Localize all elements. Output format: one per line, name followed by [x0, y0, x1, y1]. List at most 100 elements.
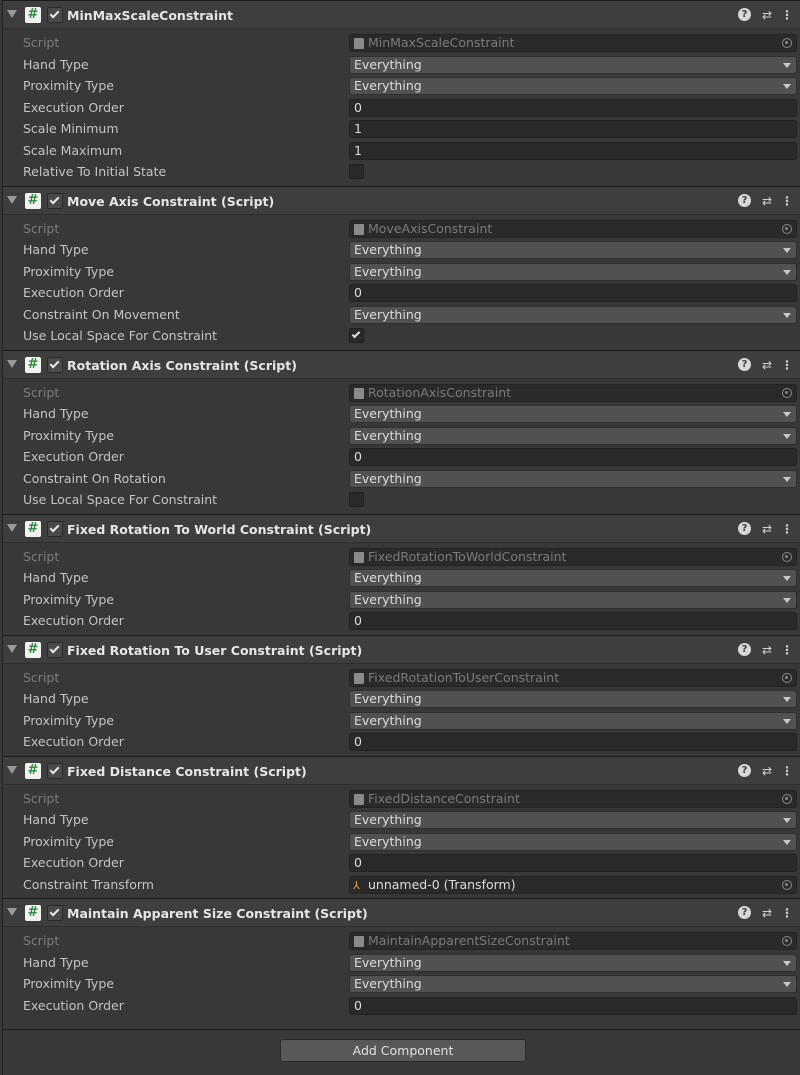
inspector-panel: # MinMaxScaleConstraint? ⇄ ⋮ Script MinMaxSca…: [2, 0, 800, 1075]
checkmark-icon: [49, 8, 60, 19]
proximity-type-dropdown[interactable]: Everything: [349, 975, 797, 993]
help-icon[interactable]: ?: [738, 521, 751, 535]
hand-type-dropdown[interactable]: Everything: [349, 569, 797, 587]
presets-icon[interactable]: ⇄: [759, 358, 775, 372]
presets-icon[interactable]: ⇄: [759, 522, 775, 536]
presets-icon[interactable]: ⇄: [759, 194, 775, 208]
presets-icon[interactable]: ⇄: [759, 8, 775, 22]
proximity-type-dropdown[interactable]: Everything: [349, 832, 797, 851]
foldout-arrow-icon[interactable]: [7, 908, 17, 916]
component-header[interactable]: # Maintain Apparent Size Constraint (Scri…: [3, 898, 800, 927]
component-enabled-checkbox[interactable]: [47, 641, 63, 658]
component-header[interactable]: # Fixed Rotation To World Constraint (Scr…: [3, 513, 800, 543]
foldout-arrow-icon[interactable]: [7, 195, 17, 204]
execution-order-field[interactable]: 0: [349, 854, 797, 872]
component-header[interactable]: # Move Axis Constraint (Script)? ⇄ ⋮: [3, 185, 800, 215]
help-icon[interactable]: ?: [738, 357, 751, 371]
presets-icon[interactable]: ⇄: [759, 643, 775, 657]
add-component-button[interactable]: Add Component: [280, 1039, 526, 1062]
help-icon[interactable]: ?: [738, 642, 751, 656]
proximity-type-dropdown[interactable]: Everything: [349, 590, 797, 609]
component-enabled-checkbox[interactable]: [47, 520, 63, 537]
help-icon[interactable]: ?: [738, 906, 751, 919]
execution-order-field[interactable]: 0: [349, 612, 797, 630]
component-enabled-checkbox[interactable]: [47, 905, 63, 921]
component-enabled-checkbox[interactable]: [47, 356, 63, 373]
property-label: Execution Order: [23, 99, 124, 115]
kebab-menu-icon[interactable]: ⋮: [781, 358, 793, 372]
property-label: Hand Type: [23, 812, 89, 827]
component-list: # MinMaxScaleConstraint? ⇄ ⋮ Script MinMaxSca…: [3, 0, 800, 1019]
script-file-icon: [354, 387, 364, 399]
proximity-type-dropdown[interactable]: Everything: [349, 262, 797, 281]
property-row-script: Script FixedRotationToWorldConstraint: [3, 546, 800, 568]
property-row-hand-type: Hand Type Everything: [3, 952, 800, 974]
property-row-script: Script MinMaxScaleConstraint: [3, 32, 800, 54]
checkmark-icon: [49, 358, 60, 368]
execution-order-field[interactable]: 0: [349, 733, 797, 751]
execution-order-field[interactable]: 0: [349, 996, 797, 1015]
component-enabled-checkbox[interactable]: [47, 192, 63, 209]
component-header[interactable]: # Fixed Rotation To User Constraint (Scri…: [3, 634, 800, 664]
component-enabled-checkbox[interactable]: [47, 762, 63, 779]
dropdown-arrow-icon: [783, 697, 791, 702]
scale-maximum-field[interactable]: 1: [349, 141, 797, 160]
relative-to-initial-state-checkbox[interactable]: [349, 164, 364, 179]
constraint-transform-object-field[interactable]: ⅄ unnamed-0 (Transform): [349, 875, 797, 894]
execution-order-field[interactable]: 0: [349, 284, 797, 302]
help-icon[interactable]: ?: [738, 763, 751, 777]
kebab-menu-icon[interactable]: ⋮: [781, 906, 793, 920]
use-local-space-for-constraint-checkbox[interactable]: [349, 492, 364, 507]
presets-icon[interactable]: ⇄: [759, 906, 775, 920]
scale-minimum-field[interactable]: 1: [349, 120, 797, 138]
component-enabled-checkbox[interactable]: [47, 7, 63, 23]
component-header[interactable]: # Rotation Axis Constraint (Script)? ⇄ ⋮: [3, 349, 800, 379]
object-picker-icon[interactable]: [782, 879, 792, 890]
kebab-menu-icon[interactable]: ⋮: [781, 643, 793, 657]
script-file-icon: [354, 793, 364, 805]
proximity-type-dropdown[interactable]: Everything: [349, 711, 797, 730]
component-header[interactable]: # Fixed Distance Constraint (Script)? ⇄ ⋮: [3, 755, 800, 785]
property-row-execution-order: Execution Order 0: [3, 446, 800, 468]
constraint-on-rotation-dropdown[interactable]: Everything: [349, 469, 797, 488]
help-icon[interactable]: ?: [738, 8, 751, 21]
execution-order-field[interactable]: 0: [349, 98, 797, 117]
component-header[interactable]: # MinMaxScaleConstraint? ⇄ ⋮: [3, 0, 800, 29]
dropdown-value: Everything: [354, 812, 422, 827]
presets-icon[interactable]: ⇄: [759, 764, 775, 778]
use-local-space-for-constraint-checkbox[interactable]: [349, 328, 364, 343]
hand-type-dropdown[interactable]: Everything: [349, 55, 797, 74]
constraint-on-movement-dropdown[interactable]: Everything: [349, 305, 797, 324]
kebab-menu-icon[interactable]: ⋮: [781, 194, 793, 208]
property-label: Execution Order: [23, 449, 124, 464]
property-row-execution-order: Execution Order 0: [3, 97, 800, 119]
hand-type-dropdown[interactable]: Everything: [349, 690, 797, 708]
kebab-menu-icon[interactable]: ⋮: [781, 522, 793, 536]
hand-type-dropdown[interactable]: Everything: [349, 811, 797, 829]
property-label: Hand Type: [23, 954, 89, 970]
proximity-type-dropdown[interactable]: Everything: [349, 426, 797, 445]
help-icon[interactable]: ?: [738, 193, 751, 207]
proximity-type-dropdown[interactable]: Everything: [349, 77, 797, 95]
dropdown-arrow-icon: [783, 433, 791, 439]
execution-order-field[interactable]: 0: [349, 448, 797, 466]
object-picker-icon: [782, 793, 792, 804]
property-row-execution-order: Execution Order 0: [3, 852, 800, 874]
hand-type-dropdown[interactable]: Everything: [349, 405, 797, 423]
hand-type-dropdown[interactable]: Everything: [349, 953, 797, 972]
script-hash-icon: #: [25, 762, 41, 779]
foldout-arrow-icon[interactable]: [7, 359, 17, 368]
foldout-arrow-icon[interactable]: [7, 644, 17, 653]
component-body: Script FixedDistanceConstraint Hand Type Ev…: [3, 785, 800, 899]
foldout-arrow-icon[interactable]: [7, 10, 17, 18]
property-row-hand-type: Hand Type Everything: [3, 403, 800, 425]
kebab-menu-icon[interactable]: ⋮: [781, 764, 793, 778]
property-label: Execution Order: [23, 734, 124, 749]
hand-type-dropdown[interactable]: Everything: [349, 241, 797, 259]
property-label: Script: [23, 35, 60, 50]
script-file-icon: [354, 672, 364, 684]
kebab-menu-icon[interactable]: ⋮: [781, 8, 793, 22]
dropdown-value: Everything: [354, 306, 422, 322]
foldout-arrow-icon[interactable]: [7, 523, 17, 532]
foldout-arrow-icon[interactable]: [7, 765, 17, 774]
